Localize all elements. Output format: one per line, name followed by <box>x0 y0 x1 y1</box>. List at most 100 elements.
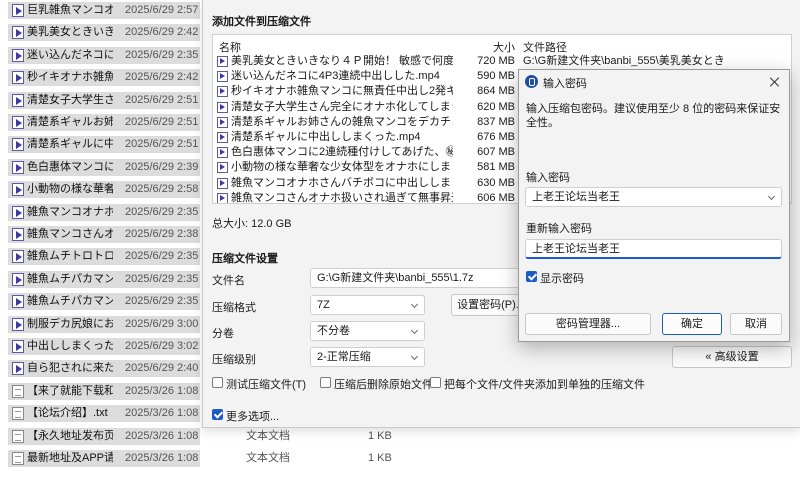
ok-button[interactable]: 确定 <box>662 313 722 335</box>
settings-title: 压缩文件设置 <box>212 253 278 265</box>
video-file-icon <box>217 86 228 98</box>
video-file-icon <box>217 56 228 67</box>
video-file-icon <box>217 192 228 203</box>
video-file-icon <box>12 26 24 40</box>
file-date: 2025/6/29 2:35 <box>125 48 199 61</box>
file-name: 雑魚ムチトロトロ… <box>27 250 113 263</box>
filename-label: 文件名 <box>212 275 245 287</box>
table-cell-size: 837 MB <box>477 115 515 128</box>
video-file-icon <box>12 4 24 17</box>
column-header-size[interactable]: 大小 <box>483 39 515 55</box>
password-manager-button[interactable]: 密码管理器... <box>525 313 651 335</box>
file-date: 2025/3/26 1:08 <box>125 384 199 397</box>
level-select[interactable]: 2-正常压缩 <box>310 347 425 367</box>
separate-archives-checkbox[interactable] <box>430 377 441 388</box>
table-cell-size: 720 MB <box>477 55 515 67</box>
file-name: 【永久地址发布页… <box>27 429 113 442</box>
password-dialog-titlebar[interactable]: 输入密码 <box>519 70 789 94</box>
file-name: 巨乳雑魚マンコオナ… <box>27 4 113 16</box>
file-date: 2025/6/29 2:35 <box>125 250 199 263</box>
file-name: 中出ししまくった… <box>27 340 113 352</box>
column-header-name[interactable]: 名称 <box>219 39 241 55</box>
table-cell-size: 606 MB <box>477 191 515 204</box>
video-file-icon <box>217 132 228 143</box>
file-date: 2025/6/29 2:40 <box>125 362 199 375</box>
delete-source-label[interactable]: 压缩后删除原始文件 <box>334 376 433 392</box>
file-date: 2025/6/29 2:51 <box>125 138 199 151</box>
explorer-row[interactable]: 【永久地址发布页… 2025/3/26 1:08 文本文档 1 KB <box>0 427 800 446</box>
password-hint: 输入压缩包密码。建议使用至少 8 位的密码来保证安全性。 <box>526 103 781 129</box>
file-name: 色白惠体マンコに2… <box>27 160 113 173</box>
filename-input[interactable]: G:\G新建文件夹\banbi_555\1.7z <box>310 268 530 288</box>
video-file-icon <box>217 116 228 128</box>
text-file-icon <box>12 407 24 421</box>
video-file-icon <box>12 340 24 353</box>
file-name: 雑魚ムチパカマン… <box>27 272 113 285</box>
file-date: 2025/6/29 2:42 <box>125 26 199 39</box>
close-icon[interactable] <box>767 74 783 90</box>
video-file-icon <box>12 93 24 107</box>
video-file-icon <box>217 101 228 113</box>
split-label: 分卷 <box>212 328 234 340</box>
reenter-password-label: 重新输入密码 <box>526 223 592 235</box>
more-options-label[interactable]: 更多选项... <box>226 408 279 424</box>
table-cell-size: 607 MB <box>477 146 515 159</box>
show-password-label[interactable]: 显示密码 <box>540 270 584 286</box>
enter-password-label: 输入密码 <box>526 172 570 184</box>
delete-source-checkbox[interactable] <box>320 377 331 388</box>
video-file-icon <box>12 160 24 174</box>
video-file-icon <box>12 317 24 331</box>
file-date: 2025/6/29 2:51 <box>125 116 199 128</box>
table-cell-name: 秒イキオナホ雑魚マンコに無責任中出し2発キメ… <box>231 85 453 98</box>
file-name: 美乳美女ときいきなり… <box>27 26 113 39</box>
enter-password-input[interactable]: 上老王论坛当老王 <box>525 187 782 207</box>
table-cell-size: 620 MB <box>477 100 515 113</box>
table-cell-name: 清楚女子大学生さん完全にオナホ化してしまう。… <box>231 100 453 113</box>
file-date: 2025/6/29 3:00 <box>125 317 199 330</box>
separate-archives-label[interactable]: 把每个文件/文件夹添加到单独的压缩文件 <box>444 376 645 392</box>
table-cell-name: 迷い込んだネコに4P3連続中出しした.mp4 <box>231 70 440 83</box>
file-size: 1 KB <box>368 429 392 442</box>
file-name: 雑魚マンコオナホ… <box>27 205 113 218</box>
table-row[interactable]: 美乳美女ときいきなり４Ｐ開始！ 敏感で何度もイキ… 720 MB G:\G新建文件夹… <box>213 54 791 69</box>
format-select[interactable]: 7Z <box>310 295 425 315</box>
column-header-path[interactable]: 文件路径 <box>523 39 567 55</box>
video-file-icon <box>12 362 24 376</box>
file-name: 迷い込んだネコに4… <box>27 48 113 61</box>
table-cell-size: 676 MB <box>477 131 515 143</box>
split-select[interactable]: 不分卷 <box>310 321 425 341</box>
file-date: 2025/6/29 2:38 <box>125 228 199 240</box>
file-date: 2025/6/29 2:42 <box>125 71 199 84</box>
video-file-icon <box>12 116 24 129</box>
table-cell-name: 雑魚マンコさんオナホ扱いされ過ぎて無事昇天、… <box>231 191 453 204</box>
file-name: 雑魚ムチパカマン… <box>27 295 113 308</box>
test-archive-label[interactable]: 测试压缩文件(T) <box>226 376 306 392</box>
more-options-checkbox[interactable] <box>212 409 223 420</box>
file-name: 秒イキオナホ雑魚… <box>27 71 113 84</box>
file-name: 【来了就能下载和… <box>27 384 113 397</box>
video-file-icon <box>12 295 24 309</box>
file-name: 清楚系ギャルお姉… <box>27 116 113 128</box>
file-date: 2025/6/29 2:51 <box>125 93 199 106</box>
show-password-checkbox[interactable] <box>526 271 537 282</box>
video-file-icon <box>217 162 228 174</box>
table-cell-name: 清楚系ギャルに中出ししまくった.mp4 <box>231 131 421 143</box>
file-date: 2025/6/29 3:02 <box>125 340 199 352</box>
reenter-password-input[interactable]: 上老王论坛当老王 <box>525 239 782 259</box>
video-file-icon <box>12 71 24 85</box>
file-name: 小動物の様な華奢… <box>27 183 113 196</box>
file-date: 2025/6/29 2:58 <box>125 183 199 196</box>
test-archive-checkbox[interactable] <box>212 377 223 388</box>
video-file-icon <box>12 48 24 62</box>
file-date: 2025/3/26 1:08 <box>125 407 199 420</box>
file-date: 2025/6/29 2:39 <box>125 160 199 173</box>
cancel-button[interactable]: 取消 <box>730 313 782 335</box>
app-lock-icon <box>525 75 538 88</box>
advanced-settings-button[interactable]: « 高级设置 <box>672 346 792 368</box>
table-cell-name: 雑魚マンコオナホさんバチボコに中出ししまくっ… <box>231 176 453 189</box>
text-file-icon <box>12 384 24 398</box>
table-cell-name: 色白惠体マンコに2連続種付けしてあげた、㊙.m… <box>231 146 453 159</box>
explorer-row[interactable]: 最新地址及APP请… 2025/3/26 1:08 文本文档 1 KB <box>0 449 800 468</box>
file-date: 2025/6/29 2:35 <box>125 272 199 285</box>
table-cell-name: 小動物の様な華奢な少女体型をオナホにしまくっ… <box>231 161 453 174</box>
